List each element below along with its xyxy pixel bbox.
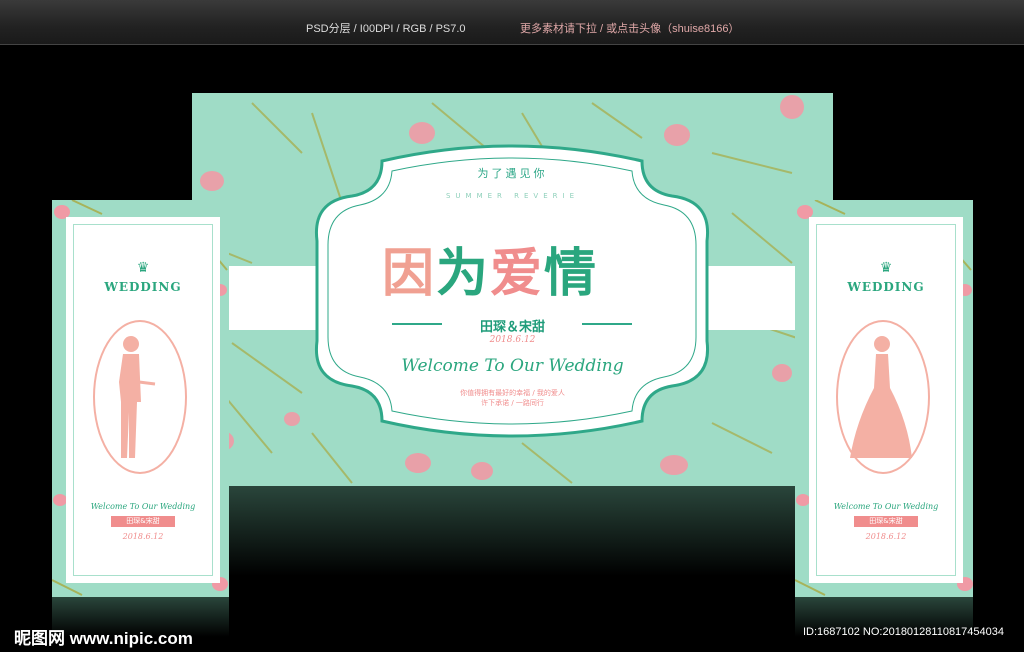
english-subtitle: SUMMER REVERIE xyxy=(445,192,579,200)
crown-icon: ♛ xyxy=(136,260,150,276)
title-char-1: 因 xyxy=(382,244,437,304)
title-char-2: 为 xyxy=(436,244,491,304)
figure-oval xyxy=(93,320,187,474)
couple-names: 田琛＆宋甜 xyxy=(479,320,545,335)
wedding-badge: WEDDING xyxy=(847,280,925,294)
card-date: 2018.6.12 xyxy=(865,532,907,541)
welcome-text: Welcome To Our Wedding xyxy=(401,356,624,376)
groom-silhouette-icon xyxy=(119,336,156,458)
main-title: 因为爱情 xyxy=(382,231,598,306)
main-reflection xyxy=(192,486,833,576)
card-welcome: Welcome To Our Wedding xyxy=(833,502,939,511)
card-names: 田琛&宋甜 xyxy=(111,516,175,527)
title-char-3: 爱 xyxy=(490,244,545,304)
verse: 你值得拥有最好的幸福 / 我的爱人 许下承诺 / 一路同行 xyxy=(192,388,833,408)
card-date: 2018.6.12 xyxy=(122,532,164,541)
image-id: ID:1687102 NO:20180128110817454034 xyxy=(802,626,1004,638)
figure-oval xyxy=(836,320,930,474)
bride-silhouette-icon xyxy=(850,336,912,458)
card-welcome: Welcome To Our Wedding xyxy=(90,502,196,511)
download-note: 更多素材请下拉 / 或点击头像（shuise8166） xyxy=(520,23,740,35)
spec-text: PSD分层 / I00DPI / RGB / PS7.0 xyxy=(306,23,466,35)
verse-line-2: 许下承诺 / 一路同行 xyxy=(481,399,544,407)
wedding-date: 2018.6.12 xyxy=(489,335,536,345)
top-info-bar: PSD分层 / I00DPI / RGB / PS7.0 更多素材请下拉 / 或… xyxy=(0,0,1024,45)
verse-line-1: 你值得拥有最好的幸福 / 我的爱人 xyxy=(460,389,565,397)
subtitle: 为了遇见你 xyxy=(477,167,548,180)
card-names: 田琛&宋甜 xyxy=(854,516,918,527)
crown-icon: ♛ xyxy=(879,260,893,276)
side-panel-left: ♛ WEDDING Welcome To Our Wedding 田琛&宋甜 2… xyxy=(52,200,229,597)
welcome-card-right: ♛ WEDDING Welcome To Our Wedding 田琛&宋甜 2… xyxy=(809,217,963,583)
wedding-badge: WEDDING xyxy=(104,280,182,294)
welcome-card-left: ♛ WEDDING Welcome To Our Wedding 田琛&宋甜 2… xyxy=(66,217,220,583)
side-panel-right: ♛ WEDDING Welcome To Our Wedding 田琛&宋甜 2… xyxy=(795,200,973,597)
site-watermark: 昵图网 www.nipic.com xyxy=(14,629,193,648)
main-backdrop: 为了遇见你 SUMMER REVERIE 因为爱情 田琛＆宋甜 2018.6.1… xyxy=(192,93,833,486)
title-char-4: 情 xyxy=(544,244,599,304)
